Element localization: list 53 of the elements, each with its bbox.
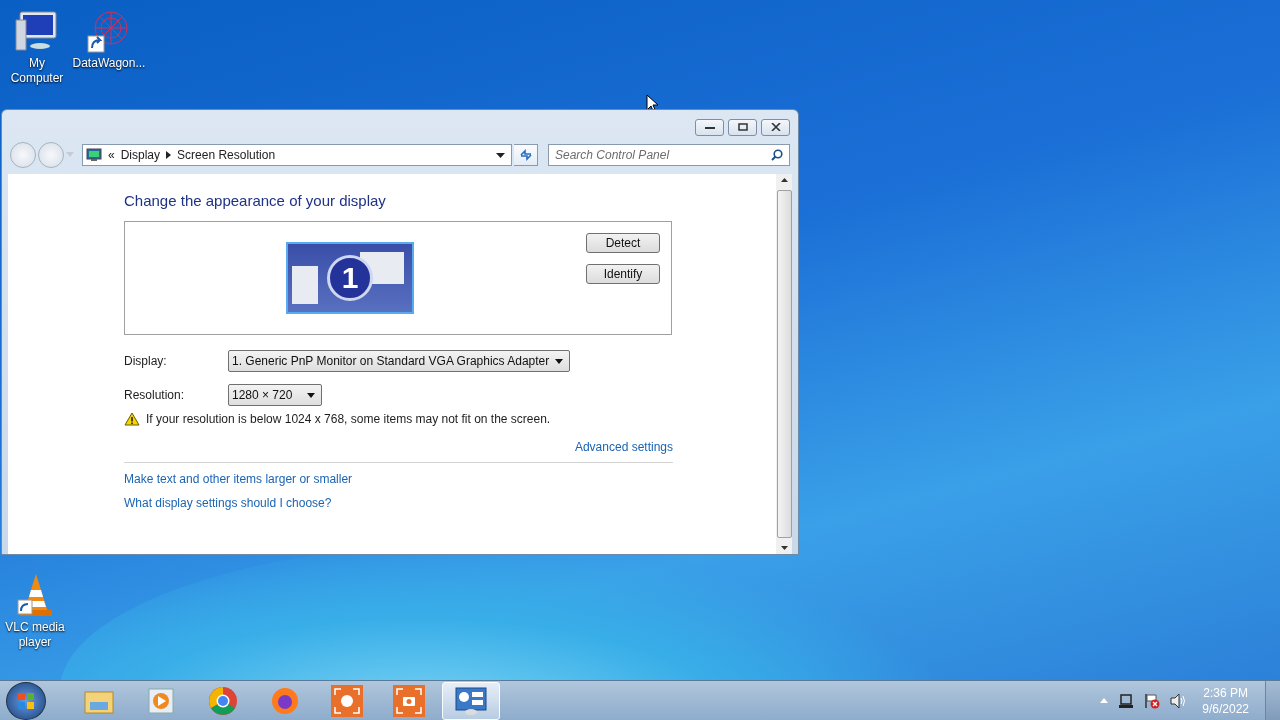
maximize-button[interactable] [728,118,757,136]
help-link[interactable]: Make text and other items larger or smaller [124,472,353,486]
refresh-icon [518,149,533,161]
scroll-up-icon[interactable] [780,178,788,182]
desktop-icon-label[interactable]: My Computer [4,56,70,86]
desktop-icon-label[interactable]: DataWagon... [72,56,146,71]
warning-icon [124,412,140,426]
fox-browser-icon [270,685,300,716]
dropdown-caret-icon [555,358,564,364]
advanced-settings-link[interactable]: Advanced settings [574,440,673,454]
refresh-button[interactable] [514,144,538,166]
field-label: Resolution: [124,388,186,402]
monitor-number: 1 [327,255,373,301]
dropdown-field[interactable]: 1. Generic PnP Monitor on Standard VGA Graphics Adapter [228,350,571,372]
record-icon [331,684,363,717]
help-link[interactable]: What display settings should I choose? [124,496,332,510]
scroll-down-icon[interactable] [780,546,788,550]
search-icon[interactable] [771,149,783,161]
preview-button[interactable]: Identify [586,264,660,284]
monitor-icon [86,148,102,162]
dropdown-caret-icon [307,392,315,398]
browser-ring-icon [208,685,238,716]
speaker-icon[interactable] [1170,692,1187,709]
network-icon[interactable] [1118,692,1135,709]
field-label: Display: [124,354,168,368]
minimize-button[interactable] [695,118,724,136]
breadcrumb-arrow-icon[interactable] [166,151,172,159]
display-settings-icon [455,686,487,715]
taskbar-button[interactable] [442,681,500,720]
maximize-icon [737,123,748,131]
windows-logo-icon [18,692,34,709]
minimize-icon [704,124,715,130]
search-field[interactable]: Search Control Panel [548,144,790,166]
start-button[interactable] [6,681,46,720]
page-heading: Change the appearance of your display [124,192,387,209]
breadcrumb-item[interactable]: Display [120,148,161,162]
close-icon [770,123,781,131]
flag-with-error-icon[interactable] [1144,692,1161,709]
window-thumbnail [292,266,318,304]
address-bar[interactable]: « Display Screen Resolution [82,144,512,166]
preview-button[interactable]: Detect [586,233,660,253]
breadcrumb-overflow[interactable]: « [108,148,115,162]
clock-time: 2:36 PM [1203,684,1248,701]
warning-text: If your resolution is below 1024 x 768, some items may not fit on the screen. [146,412,551,426]
dropdown-caret-icon[interactable] [496,152,505,158]
camera-icon [393,684,425,717]
dropdown-field[interactable]: 1280 × 720 [228,384,322,406]
breadcrumb-item[interactable]: Screen Resolution [177,148,276,162]
clock-date: 9/6/2022 [1202,700,1249,717]
computer-icon[interactable] [14,8,60,54]
play-icon [147,686,175,715]
monitor-thumbnail[interactable]: 1 [286,242,414,314]
close-button[interactable] [761,118,790,136]
